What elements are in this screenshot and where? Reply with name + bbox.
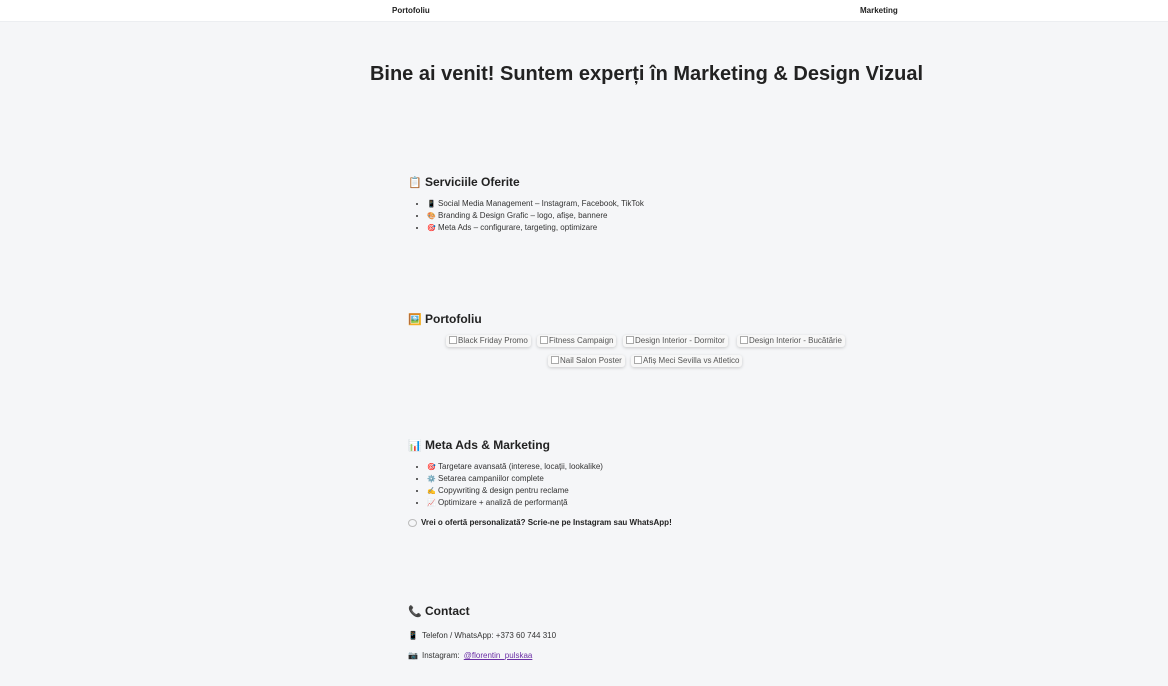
contact-phone-text: Telefon / WhatsApp: +373 60 744 310 bbox=[421, 631, 557, 640]
top-nav: Portofoliu Marketing bbox=[0, 0, 1168, 22]
bar-chart-icon: 📊 bbox=[408, 439, 422, 452]
list-item: 🎯Meta Ads – configurare, targeting, opti… bbox=[427, 222, 928, 234]
portfolio-image[interactable]: Nail Salon Poster bbox=[548, 355, 625, 367]
broken-image-icon bbox=[634, 356, 642, 364]
meta-ads-list: 🎯Targetare avansată (interese, locații, … bbox=[408, 461, 928, 509]
list-item-text: Branding & Design Grafic – logo, afișe, … bbox=[438, 211, 608, 220]
meta-ads-title: Meta Ads & Marketing bbox=[425, 438, 550, 452]
palette-icon: 🎨 bbox=[427, 213, 436, 220]
offer-callout: Vrei o ofertă personalizată? Scrie-ne pe… bbox=[408, 518, 928, 527]
telephone-icon: 📞 bbox=[408, 605, 422, 618]
portfolio-image[interactable]: Fitness Campaign bbox=[537, 335, 617, 347]
image-alt-text: Nail Salon Poster bbox=[560, 356, 622, 365]
list-item-text: Meta Ads – configurare, targeting, optim… bbox=[438, 223, 598, 232]
broken-image-icon bbox=[449, 336, 457, 344]
services-list: 📱Social Media Management – Instagram, Fa… bbox=[408, 198, 928, 234]
portfolio-title: Portofoliu bbox=[425, 312, 482, 326]
portfolio-image[interactable]: Design Interior - Bucătărie bbox=[737, 335, 845, 347]
image-alt-text: Black Friday Promo bbox=[458, 336, 528, 345]
list-item-text: Setarea campaniilor complete bbox=[438, 474, 544, 483]
services-section: 📋 Serviciile Oferite 📱Social Media Manag… bbox=[408, 175, 928, 234]
speech-bubble-icon bbox=[408, 518, 417, 527]
portfolio-image[interactable]: Black Friday Promo bbox=[446, 335, 531, 347]
broken-image-icon bbox=[740, 336, 748, 344]
camera-icon: 📷 bbox=[408, 651, 418, 660]
writing-hand-icon: ✍️ bbox=[427, 488, 436, 495]
contact-instagram: 📷 Instagram: @florentin_pulskaa bbox=[408, 651, 928, 660]
offer-callout-text: Vrei o ofertă personalizată? Scrie-ne pe… bbox=[421, 518, 672, 527]
list-item: ✍️Copywriting & design pentru reclame bbox=[427, 485, 928, 497]
phone-icon: 📱 bbox=[427, 201, 436, 208]
target-icon: 🎯 bbox=[427, 225, 436, 232]
clipboard-icon: 📋 bbox=[408, 176, 422, 189]
broken-image-icon bbox=[626, 336, 634, 344]
portfolio-image[interactable]: Afiș Meci Sevilla vs Atletico bbox=[631, 355, 743, 367]
image-alt-text: Fitness Campaign bbox=[549, 336, 614, 345]
list-item: ⚙️Setarea campaniilor complete bbox=[427, 473, 928, 485]
mobile-phone-icon: 📱 bbox=[408, 631, 418, 640]
services-title: Serviciile Oferite bbox=[425, 175, 520, 189]
instagram-link[interactable]: @florentin_pulskaa bbox=[464, 651, 533, 660]
portfolio-section: 🖼️ Portofoliu Black Friday Promo Fitness… bbox=[408, 312, 928, 367]
nav-link-marketing[interactable]: Marketing bbox=[860, 6, 898, 15]
image-alt-text: Design Interior - Dormitor bbox=[635, 336, 725, 345]
nav-link-portfolio[interactable]: Portofoliu bbox=[392, 6, 430, 15]
instagram-label: Instagram: bbox=[421, 651, 460, 660]
portfolio-image[interactable]: Design Interior - Dormitor bbox=[623, 335, 728, 347]
list-item: 🎯Targetare avansată (interese, locații, … bbox=[427, 461, 928, 473]
picture-icon: 🖼️ bbox=[408, 313, 422, 326]
list-item-text: Copywriting & design pentru reclame bbox=[438, 486, 569, 495]
contact-section: 📞 Contact 📱 Telefon / WhatsApp: +373 60 … bbox=[408, 604, 928, 660]
meta-ads-section: 📊 Meta Ads & Marketing 🎯Targetare avansa… bbox=[408, 438, 928, 527]
gear-icon: ⚙️ bbox=[427, 476, 436, 483]
contact-phone: 📱 Telefon / WhatsApp: +373 60 744 310 bbox=[408, 631, 928, 640]
list-item-text: Social Media Management – Instagram, Fac… bbox=[438, 199, 644, 208]
trend-chart-icon: 📈 bbox=[427, 500, 436, 507]
image-alt-text: Design Interior - Bucătărie bbox=[749, 336, 842, 345]
list-item: 🎨Branding & Design Grafic – logo, afișe,… bbox=[427, 210, 928, 222]
list-item: 📈Optimizare + analiză de performanță bbox=[427, 497, 928, 509]
list-item-text: Optimizare + analiză de performanță bbox=[438, 498, 568, 507]
image-alt-text: Afiș Meci Sevilla vs Atletico bbox=[643, 356, 740, 365]
broken-image-icon bbox=[551, 356, 559, 364]
page-title: Bine ai venit! Suntem experți în Marketi… bbox=[369, 63, 924, 85]
target-icon: 🎯 bbox=[427, 464, 436, 471]
list-item: 📱Social Media Management – Instagram, Fa… bbox=[427, 198, 928, 210]
list-item-text: Targetare avansată (interese, locații, l… bbox=[438, 462, 603, 471]
broken-image-icon bbox=[540, 336, 548, 344]
contact-title: Contact bbox=[425, 604, 470, 618]
